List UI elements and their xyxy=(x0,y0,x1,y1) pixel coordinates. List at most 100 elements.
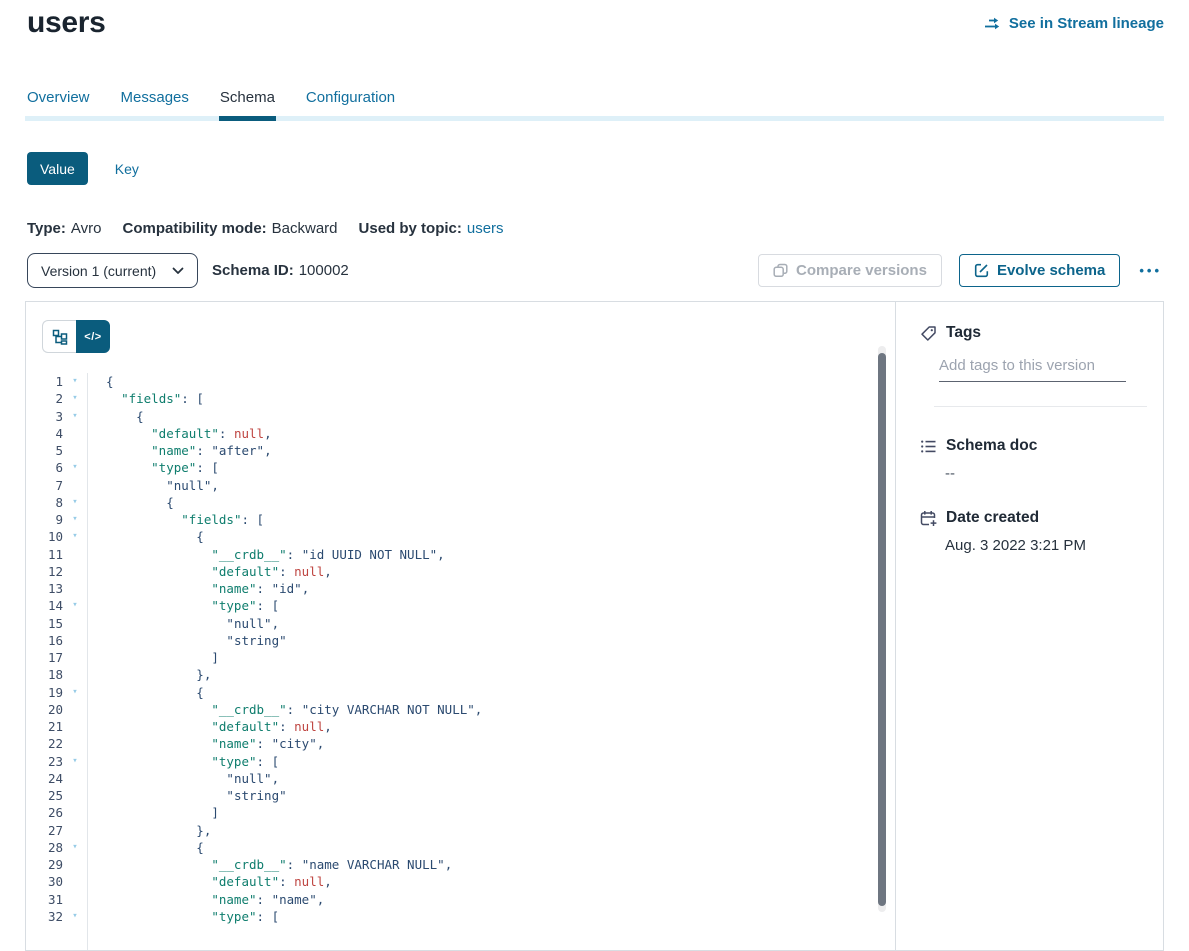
stream-lineage-link[interactable]: See in Stream lineage xyxy=(984,15,1164,32)
tab-overview[interactable]: Overview xyxy=(27,89,90,110)
fold-spacer xyxy=(63,856,87,873)
fold-spacer xyxy=(63,580,87,597)
line-number: 14 xyxy=(26,597,63,614)
line-number: 12 xyxy=(26,563,63,580)
tab-track xyxy=(25,116,1164,121)
fold-toggle-icon[interactable]: ▾ xyxy=(63,597,87,614)
tags-header: Tags xyxy=(920,324,1147,342)
code-line: 30 "default": null, xyxy=(26,873,875,890)
code-line: 21 "default": null, xyxy=(26,718,875,735)
meta-value[interactable]: users xyxy=(467,220,504,237)
tree-view-button[interactable] xyxy=(42,320,76,353)
fold-toggle-icon[interactable]: ▾ xyxy=(63,908,87,925)
tab-schema[interactable]: Schema xyxy=(220,89,275,110)
code-line: 22 "name": "city", xyxy=(26,735,875,752)
line-number: 10 xyxy=(26,528,63,545)
line-number: 7 xyxy=(26,477,63,494)
line-number: 32 xyxy=(26,908,63,925)
code-line: 11 "__crdb__": "id UUID NOT NULL", xyxy=(26,546,875,563)
fold-spacer xyxy=(63,770,87,787)
code-text: "name": "city", xyxy=(87,735,324,752)
fold-spacer xyxy=(63,787,87,804)
schema-id-label: Schema ID: xyxy=(212,262,294,279)
fold-toggle-icon[interactable]: ▾ xyxy=(63,684,87,701)
editor-scrollbar-thumb[interactable] xyxy=(878,353,886,906)
code-line: 28▾ { xyxy=(26,839,875,856)
code-line: 16 "string" xyxy=(26,632,875,649)
fold-toggle-icon[interactable]: ▾ xyxy=(63,511,87,528)
fold-spacer xyxy=(63,546,87,563)
meta-label: Compatibility mode: xyxy=(122,220,266,237)
code-line: 24 "null", xyxy=(26,770,875,787)
line-number: 19 xyxy=(26,684,63,701)
schema-doc-title: Schema doc xyxy=(946,437,1037,455)
code-text: "name": "id", xyxy=(87,580,309,597)
version-select[interactable]: Version 1 (current) xyxy=(27,253,198,288)
code-line: 5 "name": "after", xyxy=(26,442,875,459)
code-text: { xyxy=(87,684,204,701)
code-text: "__crdb__": "name VARCHAR NULL", xyxy=(87,856,452,873)
meta-label: Type: xyxy=(27,220,66,237)
code-text: { xyxy=(87,528,204,545)
code-view-button[interactable]: </> xyxy=(76,320,110,353)
fold-toggle-icon[interactable]: ▾ xyxy=(63,390,87,407)
stream-lineage-label: See in Stream lineage xyxy=(1009,15,1164,32)
fold-toggle-icon[interactable]: ▾ xyxy=(63,373,87,390)
fold-spacer xyxy=(63,735,87,752)
tags-input[interactable] xyxy=(939,355,1126,382)
compare-versions-label: Compare versions xyxy=(796,262,927,279)
schema-panel: </> 1▾{2▾ "fields": [3▾ {4 "default": nu… xyxy=(25,301,1164,951)
fold-spacer xyxy=(63,649,87,666)
fold-spacer xyxy=(63,804,87,821)
tab-configuration[interactable]: Configuration xyxy=(306,89,395,110)
date-created-section: Date created Aug. 3 2022 3:21 PM xyxy=(920,509,1147,554)
code-line: 23▾ "type": [ xyxy=(26,753,875,770)
edit-icon xyxy=(974,263,989,278)
schema-meta-row: Type:AvroCompatibility mode:BackwardUsed… xyxy=(27,220,504,237)
code-text: ] xyxy=(87,804,219,821)
code-line: 13 "name": "id", xyxy=(26,580,875,597)
meta-value: Avro xyxy=(71,220,102,237)
fold-toggle-icon[interactable]: ▾ xyxy=(63,839,87,856)
schema-actions: Compare versions Evolve schema ••• xyxy=(758,254,1164,287)
line-number: 15 xyxy=(26,615,63,632)
fold-toggle-icon[interactable]: ▾ xyxy=(63,753,87,770)
code-text: "name": "name", xyxy=(87,891,324,908)
code-text: "string" xyxy=(87,632,287,649)
code-text: ] xyxy=(87,649,219,666)
value-tab-button[interactable]: Value xyxy=(27,152,88,185)
key-tab-button[interactable]: Key xyxy=(115,161,139,177)
code-text: "type": [ xyxy=(87,908,279,925)
fold-toggle-icon[interactable]: ▾ xyxy=(63,459,87,476)
schema-doc-section: Schema doc -- xyxy=(920,437,1147,482)
code-line: 12 "default": null, xyxy=(26,563,875,580)
line-number: 20 xyxy=(26,701,63,718)
date-created-header: Date created xyxy=(920,509,1147,527)
editor-scrollbar-track[interactable] xyxy=(878,346,886,912)
sidebar-divider xyxy=(934,406,1147,407)
schema-doc-value: -- xyxy=(945,465,1147,482)
more-options-button[interactable]: ••• xyxy=(1137,263,1164,278)
meta-item: Type: Avro xyxy=(27,220,101,237)
code-line: 15 "null", xyxy=(26,615,875,632)
code-text: "type": [ xyxy=(87,753,279,770)
code-line: 31 "name": "name", xyxy=(26,891,875,908)
code-text: "fields": [ xyxy=(87,390,204,407)
code-text: "null", xyxy=(87,770,279,787)
evolve-schema-button[interactable]: Evolve schema xyxy=(959,254,1120,287)
line-number: 21 xyxy=(26,718,63,735)
fold-toggle-icon[interactable]: ▾ xyxy=(63,494,87,511)
fold-toggle-icon[interactable]: ▾ xyxy=(63,528,87,545)
tab-messages[interactable]: Messages xyxy=(121,89,189,110)
tag-icon xyxy=(920,325,937,342)
code-line: 1▾{ xyxy=(26,373,875,390)
code-text: "default": null, xyxy=(87,718,332,735)
line-number: 22 xyxy=(26,735,63,752)
fold-toggle-icon[interactable]: ▾ xyxy=(63,408,87,425)
line-number: 17 xyxy=(26,649,63,666)
fold-spacer xyxy=(63,477,87,494)
fold-spacer xyxy=(63,891,87,908)
meta-item: Used by topic:users xyxy=(359,220,504,237)
schema-id-value: 100002 xyxy=(299,262,349,279)
compare-versions-button[interactable]: Compare versions xyxy=(758,254,942,287)
